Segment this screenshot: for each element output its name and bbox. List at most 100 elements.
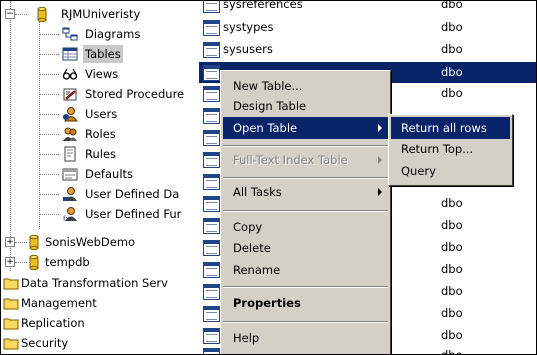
tree-item-user-defined-datatypes[interactable]: User Defined Da [1,184,199,204]
svg-text:fx: fx [63,215,70,222]
table-icon [203,284,220,300]
menu-item-return-all-rows[interactable]: Return all rows [391,117,510,139]
table-icon [203,240,220,256]
diagram-icon [62,27,78,41]
tree-item-label: tempdb [45,255,90,269]
users-icon [63,107,78,122]
menu-item-rename[interactable]: Rename [223,259,388,281]
table-icon [203,306,220,322]
tree-item-views[interactable]: Views [1,64,199,84]
folder-icon [3,278,19,290]
menu-item-properties[interactable]: Properties [223,292,388,314]
tree-item-rjmuniveristy[interactable]: − RJMUniveristy [1,4,199,24]
database-icon [29,254,39,270]
console-tree: − RJMUniveristy Diagrams Tables Views St… [1,1,199,354]
expand-icon[interactable]: + [5,257,15,267]
menu-item-full-text-index-table[interactable]: Full-Text Index Table [223,149,388,171]
collapse-icon[interactable]: − [5,9,15,19]
menu-separator [223,210,388,212]
menu-separator [223,321,388,323]
table-icon [203,196,220,212]
tree-item-defaults[interactable]: Defaults [1,164,199,184]
folder-icon [3,298,19,310]
menu-separator [223,286,388,288]
view-icon [62,68,78,80]
tree-item-label: Defaults [85,167,134,181]
open-table-submenu: Return all rows Return Top... Query [388,114,513,186]
menu-item-all-tasks[interactable]: All Tasks [223,181,388,203]
tree-item-label: Data Transformation Serv [21,276,168,290]
submenu-arrow-icon [378,188,382,196]
menu-item-return-top[interactable]: Return Top... [391,138,510,160]
menu-item-new-table[interactable]: New Table... [223,75,388,97]
menu-separator [223,145,388,147]
tree-item-management[interactable]: Management [1,293,199,313]
table-icon [203,262,220,278]
table-icon [203,348,220,354]
user-defined-function-icon: fx [63,207,77,222]
table-icon [203,42,220,58]
tree-item-label: Management [21,296,97,310]
submenu-arrow-icon [378,156,382,164]
enterprise-manager-window: − RJMUniveristy Diagrams Tables Views St… [0,0,537,355]
tree-item-label: User Defined Fur [85,207,182,221]
menu-item-help[interactable]: Help [223,327,388,349]
tree-item-label: Rules [85,147,117,161]
menu-separator [223,177,388,179]
tree-item-tempdb[interactable]: + tempdb [1,252,199,272]
tree-item-label: Users [85,107,118,121]
menu-item-copy[interactable]: Copy [223,216,388,238]
tree-item-security[interactable]: Security [1,333,199,353]
tree-item-replication[interactable]: Replication [1,313,199,333]
rules-icon [64,146,76,162]
user-defined-datatype-icon [63,187,77,201]
menu-item-query[interactable]: Query [391,160,510,182]
tree-item-users[interactable]: Users [1,104,199,124]
database-icon [29,234,39,250]
table-icon [203,86,220,102]
tree-item-label: SonisWebDemo [45,235,136,249]
database-icon [37,6,47,22]
table-row[interactable]: systypes dbo [199,17,536,38]
tree-item-data-transformation-services[interactable]: Data Transformation Serv [1,273,199,293]
table-icon [62,47,78,61]
context-menu: New Table... Design Table Open Table Ful… [220,70,391,354]
table-icon [203,65,220,81]
table-icon [203,20,220,36]
tree-item-user-defined-functions[interactable]: fx User Defined Fur [1,204,199,224]
stored-procedure-icon [63,88,77,101]
menu-item-design-table[interactable]: Design Table [223,95,388,117]
tree-item-rules[interactable]: Rules [1,144,199,164]
tree-item-label: User Defined Da [85,187,180,201]
table-row[interactable]: sysusers dbo [199,39,536,60]
tree-item-label: Diagrams [85,27,141,41]
table-icon [203,328,220,344]
folder-icon [3,338,19,350]
table-icon [203,152,220,168]
submenu-arrow-icon [378,124,382,132]
table-icon [203,130,220,146]
tree-item-label: Views [85,67,119,81]
tree-item-soniswebdemo[interactable]: + SonisWebDemo [1,232,199,252]
tree-item-label: Tables [83,45,123,63]
tree-item-tables[interactable]: Tables [1,44,199,64]
tree-item-label: RJMUniveristy [61,7,141,21]
defaults-icon [62,168,78,181]
tree-item-label: Roles [85,127,116,141]
tree-item-diagrams[interactable]: Diagrams [1,24,199,44]
tree-item-stored-procedures[interactable]: Stored Procedure [1,84,199,104]
tree-item-label: Replication [21,316,85,330]
table-row[interactable]: sysreferences dbo [199,1,536,15]
table-icon [203,218,220,234]
table-icon [203,108,220,124]
table-icon [203,174,220,190]
menu-item-delete[interactable]: Delete [223,237,388,259]
roles-icon [63,127,77,141]
tree-item-label: Security [21,336,69,350]
expand-icon[interactable]: + [5,237,15,247]
tree-item-label: Stored Procedure [85,87,185,101]
table-icon [203,1,220,13]
folder-icon [3,318,19,330]
menu-item-open-table[interactable]: Open Table [223,117,388,139]
tree-item-roles[interactable]: Roles [1,124,199,144]
